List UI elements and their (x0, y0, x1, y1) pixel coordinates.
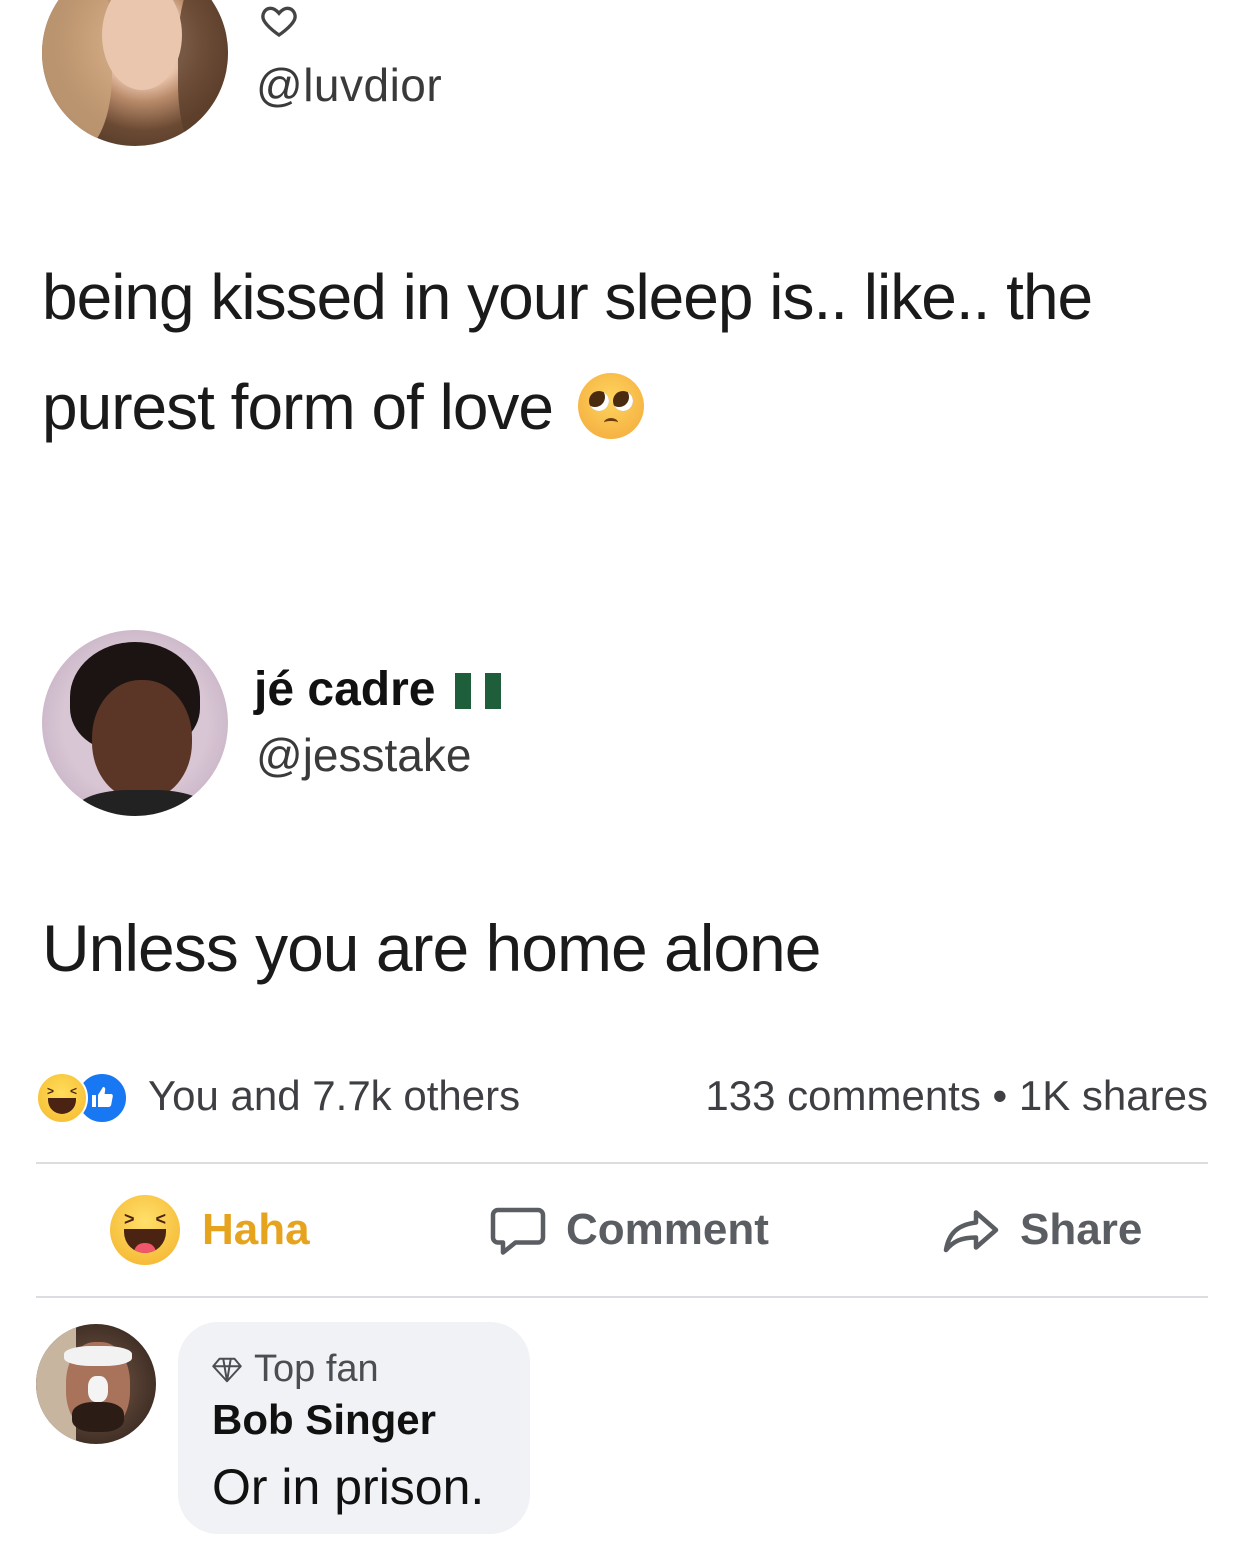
share-button[interactable]: Share (940, 1175, 1142, 1285)
reactions-summary-row[interactable]: > < You and 7.7k others 133 comments • 1K… (36, 1070, 1208, 1124)
luvdior-handle[interactable]: @luvdior (256, 58, 442, 112)
top-fan-label: Top fan (254, 1348, 379, 1390)
comment-icon (490, 1207, 546, 1255)
top-fan-badge: Top fan (212, 1348, 379, 1391)
divider (36, 1296, 1208, 1298)
reactions-count-text[interactable]: You and 7.7k others (148, 1072, 520, 1120)
jesstake-display-name[interactable]: jé cadre (254, 662, 501, 720)
tweet2-text: Unless you are home alone (42, 911, 821, 985)
commenter-name[interactable]: Bob Singer (212, 1396, 436, 1444)
jesstake-handle[interactable]: @jesstake (256, 728, 471, 782)
tweet1-text: being kissed in your sleep is.. like.. t… (42, 242, 1232, 462)
haha-button[interactable]: > < Haha (110, 1175, 310, 1285)
tweet1-line1: being kissed in your sleep is.. like.. t… (42, 261, 1093, 333)
action-bar: > < Haha Comment Share (36, 1175, 1208, 1285)
heart-icon[interactable] (258, 0, 300, 40)
haha-reaction-icon: > < (36, 1072, 88, 1124)
luvdior-avatar[interactable] (42, 0, 228, 146)
comment-button[interactable]: Comment (488, 1175, 769, 1285)
comment-label: Comment (566, 1205, 769, 1254)
comment-text: Or in prison. (212, 1459, 485, 1515)
tweet1-line2: purest form of love (42, 371, 554, 443)
comments-shares-count[interactable]: 133 comments • 1K shares (705, 1072, 1208, 1120)
diamond-icon (212, 1357, 242, 1382)
display-name-text: jé cadre (254, 663, 436, 716)
share-label: Share (1020, 1205, 1143, 1254)
pleading-face-emoji-icon (577, 373, 644, 440)
haha-icon: > < (110, 1195, 180, 1265)
share-icon (943, 1210, 999, 1253)
haha-label: Haha (202, 1205, 310, 1254)
jesstake-avatar[interactable] (42, 630, 228, 816)
divider (36, 1162, 1208, 1164)
bob-singer-avatar[interactable] (36, 1324, 156, 1444)
comment-bubble[interactable]: Top fan Bob Singer Or in prison. (178, 1322, 530, 1534)
nigeria-flag-icon (454, 661, 501, 716)
